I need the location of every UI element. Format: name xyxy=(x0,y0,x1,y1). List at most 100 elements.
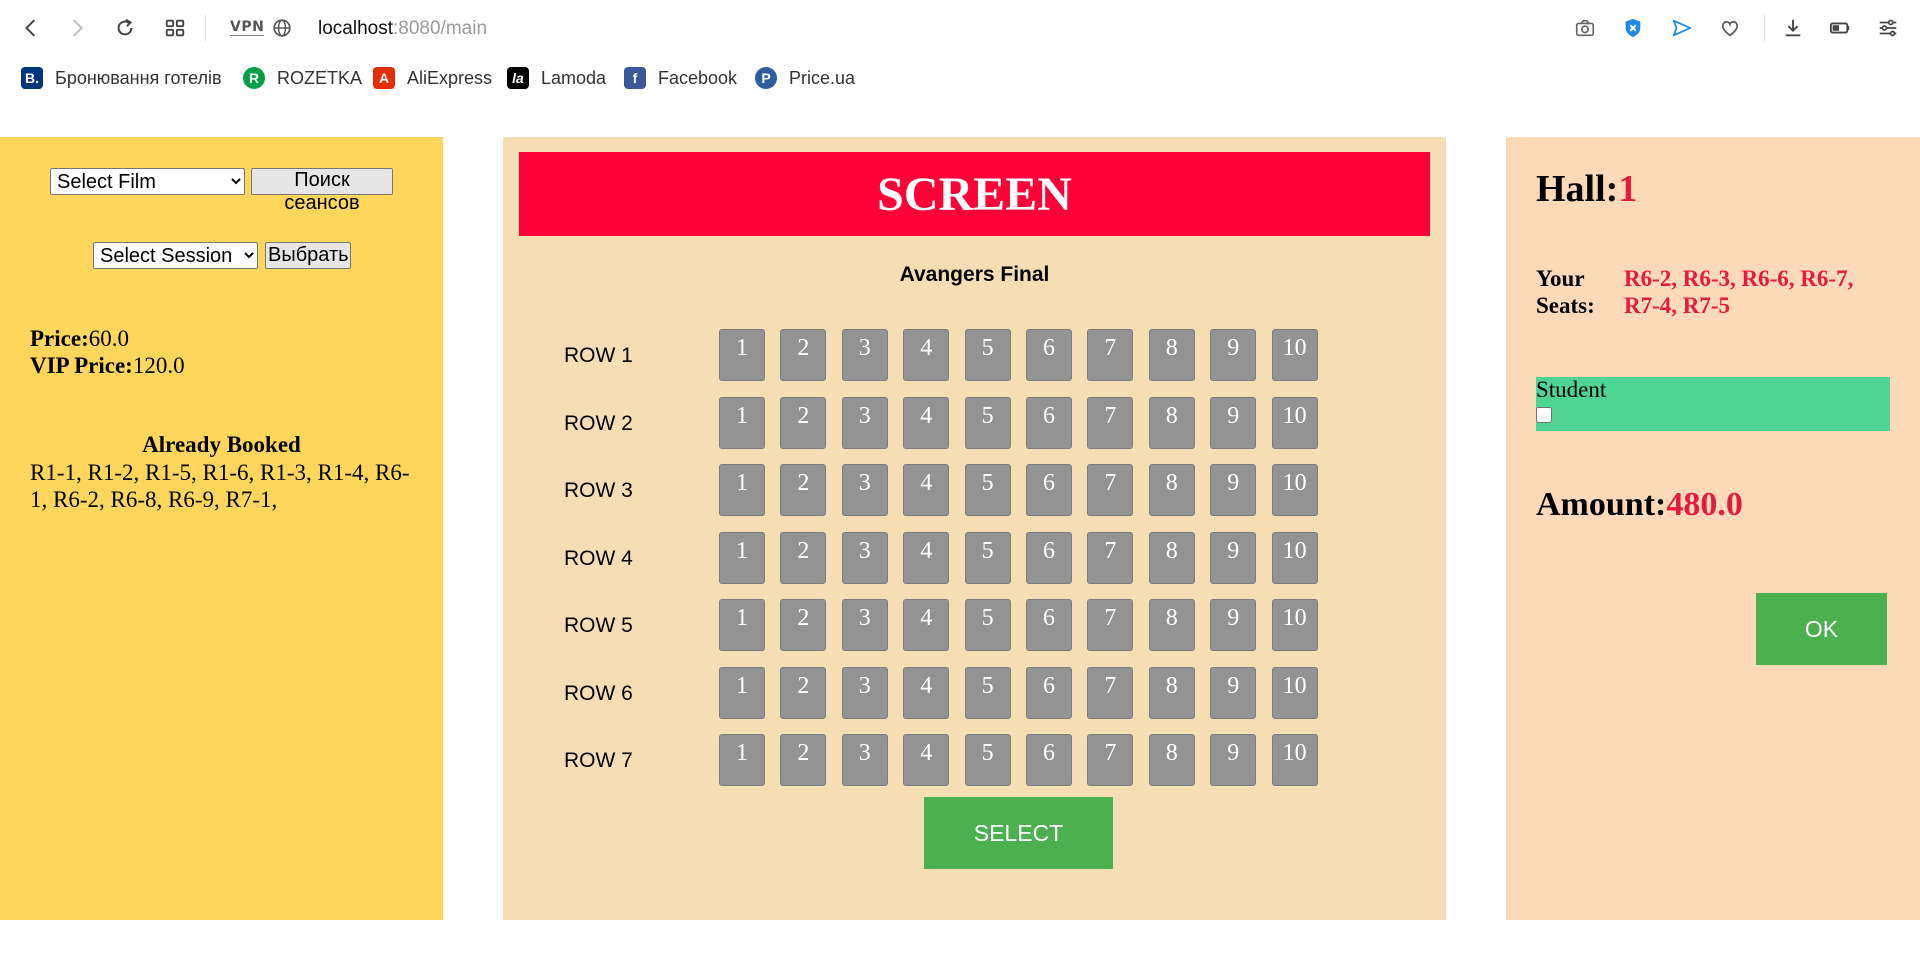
seat-button[interactable]: 4 xyxy=(903,464,950,516)
seat-button[interactable]: 5 xyxy=(964,531,1011,584)
seat-button[interactable]: 4 xyxy=(903,329,950,381)
seat-button[interactable]: 5 xyxy=(964,599,1011,651)
seat-button[interactable]: 9 xyxy=(1210,734,1257,786)
shield-icon[interactable] xyxy=(1621,16,1645,40)
download-icon[interactable] xyxy=(1781,16,1805,40)
seat-button[interactable]: 2 xyxy=(780,329,827,381)
seat-button[interactable]: 1 xyxy=(719,666,765,719)
seat-button[interactable]: 2 xyxy=(780,464,827,516)
student-discount-box: Student xyxy=(1536,377,1890,431)
seat-button[interactable]: 1 xyxy=(719,329,765,381)
seat-button[interactable]: 6 xyxy=(1026,599,1072,651)
seat-button[interactable]: 7 xyxy=(1087,734,1134,786)
seat-button[interactable]: 2 xyxy=(780,599,827,651)
seat-button[interactable]: 6 xyxy=(1026,666,1072,719)
seat-button[interactable]: 5 xyxy=(964,396,1011,449)
seat-button[interactable]: 9 xyxy=(1210,396,1257,449)
seat-button[interactable]: 10 xyxy=(1271,531,1318,584)
seat-button[interactable]: 9 xyxy=(1210,464,1257,516)
speed-dial-icon[interactable] xyxy=(163,16,187,40)
seat-button[interactable]: 2 xyxy=(780,396,827,449)
seat-button[interactable]: 8 xyxy=(1148,396,1195,449)
seat-button[interactable]: 10 xyxy=(1271,734,1318,786)
seat-button[interactable]: 5 xyxy=(964,734,1011,786)
bookmark-rozetka[interactable]: R ROZETKA xyxy=(243,66,362,90)
vpn-badge[interactable]: VPN xyxy=(230,19,265,36)
reload-icon[interactable] xyxy=(113,16,137,40)
seat-button[interactable]: 7 xyxy=(1087,464,1134,516)
camera-icon[interactable] xyxy=(1573,16,1597,40)
seat-button[interactable]: 10 xyxy=(1271,666,1318,719)
seat-button[interactable]: 9 xyxy=(1210,329,1257,381)
seat-button[interactable]: 9 xyxy=(1210,666,1257,719)
seat-button[interactable]: 7 xyxy=(1087,531,1134,584)
seat-button[interactable]: 1 xyxy=(719,599,765,651)
choose-button[interactable]: Выбрать xyxy=(265,242,351,269)
seat-button[interactable]: 3 xyxy=(841,396,888,449)
film-select[interactable]: Select Film xyxy=(50,168,245,195)
seat-button[interactable]: 1 xyxy=(719,531,765,584)
seat-button[interactable]: 4 xyxy=(903,599,950,651)
seat-button[interactable]: 4 xyxy=(903,531,950,584)
seat-button[interactable]: 8 xyxy=(1148,734,1195,786)
bookmark-lamoda[interactable]: la Lamoda xyxy=(507,66,606,90)
seat-button[interactable]: 5 xyxy=(964,329,1011,381)
seat-button[interactable]: 6 xyxy=(1026,464,1072,516)
bookmark-booking[interactable]: B. Бронювання готелів xyxy=(21,66,222,90)
seat-button[interactable]: 3 xyxy=(841,531,888,584)
search-sessions-button[interactable]: Поиск сеансов xyxy=(251,168,393,214)
bookmark-facebook[interactable]: f Facebook xyxy=(624,66,737,90)
settings-sliders-icon[interactable] xyxy=(1876,16,1900,40)
seat-button[interactable]: 2 xyxy=(780,666,827,719)
seat-button[interactable]: 5 xyxy=(964,666,1011,719)
seat-button[interactable]: 8 xyxy=(1148,599,1195,651)
battery-icon[interactable] xyxy=(1828,16,1852,40)
session-select[interactable]: Select Session xyxy=(93,242,258,269)
seat-button[interactable]: 3 xyxy=(841,329,888,381)
bookmark-price-ua[interactable]: P Price.ua xyxy=(755,66,855,90)
address-bar[interactable]: localhost:8080/main xyxy=(318,18,487,40)
seat-button[interactable]: 7 xyxy=(1087,329,1134,381)
student-checkbox[interactable] xyxy=(1536,407,1552,423)
seat-button[interactable]: 10 xyxy=(1271,396,1318,449)
amount-info: Amount:480.0 xyxy=(1536,486,1743,524)
seat-button[interactable]: 7 xyxy=(1087,599,1134,651)
seat-button[interactable]: 8 xyxy=(1148,531,1195,584)
seat-button[interactable]: 6 xyxy=(1026,531,1072,584)
seat-button[interactable]: 7 xyxy=(1087,666,1134,719)
send-icon[interactable] xyxy=(1670,16,1694,40)
seat-button[interactable]: 2 xyxy=(780,734,827,786)
seat-button[interactable]: 9 xyxy=(1210,531,1257,584)
row-label: ROW 7 xyxy=(564,749,633,772)
seat-button[interactable]: 8 xyxy=(1148,329,1195,381)
select-seats-button[interactable]: SELECT xyxy=(924,797,1113,869)
seat-button[interactable]: 3 xyxy=(841,666,888,719)
seat-button[interactable]: 8 xyxy=(1148,666,1195,719)
seat-button[interactable]: 7 xyxy=(1087,396,1134,449)
seat-button[interactable]: 6 xyxy=(1026,734,1072,786)
seat-button[interactable]: 1 xyxy=(719,734,765,786)
seat-button[interactable]: 1 xyxy=(719,396,765,449)
seat-button[interactable]: 3 xyxy=(841,599,888,651)
seat-button[interactable]: 5 xyxy=(964,464,1011,516)
seat-button[interactable]: 10 xyxy=(1271,599,1318,651)
seat-button[interactable]: 2 xyxy=(780,531,827,584)
bookmark-aliexpress[interactable]: A AliExpress xyxy=(373,66,492,90)
forward-icon[interactable] xyxy=(65,16,89,40)
seat-button[interactable]: 8 xyxy=(1148,464,1195,516)
seat-button[interactable]: 6 xyxy=(1026,396,1072,449)
seat-button[interactable]: 10 xyxy=(1271,329,1318,381)
seat-button[interactable]: 10 xyxy=(1271,464,1318,516)
ok-button[interactable]: OK xyxy=(1756,593,1887,665)
seat-button[interactable]: 3 xyxy=(841,734,888,786)
seat-button[interactable]: 9 xyxy=(1210,599,1257,651)
seat-button[interactable]: 4 xyxy=(903,734,950,786)
globe-icon[interactable] xyxy=(270,16,294,40)
seat-button[interactable]: 4 xyxy=(903,396,950,449)
seat-button[interactable]: 4 xyxy=(903,666,950,719)
back-icon[interactable] xyxy=(19,16,43,40)
heart-icon[interactable] xyxy=(1718,16,1742,40)
seat-button[interactable]: 1 xyxy=(719,464,765,516)
seat-button[interactable]: 3 xyxy=(841,464,888,516)
seat-button[interactable]: 6 xyxy=(1026,329,1072,381)
